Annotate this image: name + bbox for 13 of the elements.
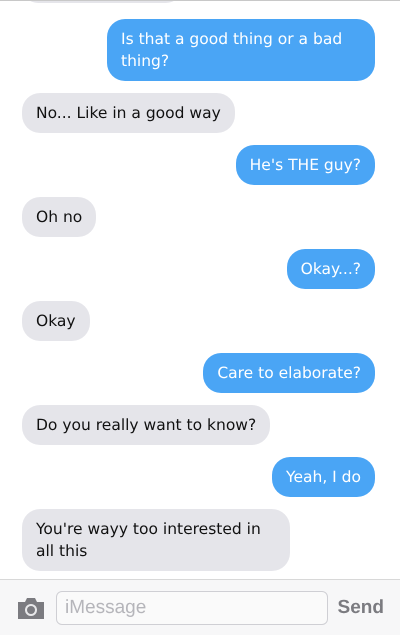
message-bubble: You're wayy too interested in all this [22,509,290,571]
message-bubble: Okay [22,301,90,341]
message-bubble: Care to elaborate? [203,353,375,393]
send-button[interactable]: Send [338,596,384,618]
message-field[interactable]: iMessage [56,590,328,624]
message-bubble: Oh no [22,197,96,237]
message-bubble: Is that a good thing or a bad thing? [107,19,375,81]
message-bubble: No... Like in a good way [22,93,235,133]
message-bubble: Do you really want to know? [22,405,270,445]
message-bubble: Yeah, I do [272,457,375,497]
message-bubble: He's THE guy? [236,145,375,185]
camera-icon[interactable] [16,596,46,618]
message-bubble: Okay...? [286,249,375,289]
